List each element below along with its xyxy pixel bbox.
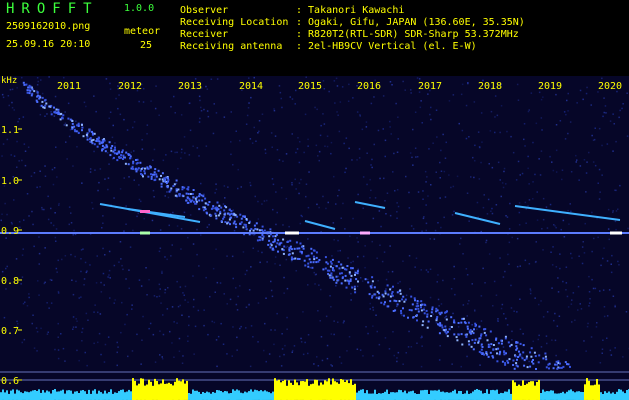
x-tick-2011: 2011	[57, 81, 81, 92]
info-value-observer: : Takanori Kawachi	[296, 5, 405, 16]
x-tick-2019: 2019	[538, 81, 562, 92]
app-title: HROFFT	[6, 1, 99, 17]
y-axis-unit: kHz	[1, 76, 17, 86]
x-tick-2015: 2015	[298, 81, 322, 92]
y-tick-1-1: 1.1	[1, 125, 19, 136]
info-value-location: : Ogaki, Gifu, JAPAN (136.60E, 35.35N)	[296, 17, 525, 28]
file-name: 2509162010.png	[6, 21, 91, 32]
x-tick-2014: 2014	[239, 81, 263, 92]
x-tick-2012: 2012	[118, 81, 142, 92]
y-tick-0-9: 0.9	[1, 226, 19, 237]
spectrogram: kHz 2011 2012 2013 2014 2015 2016 2017 2…	[0, 76, 629, 400]
info-value-receiver: : R820T2(RTL-SDR) SDR-Sharp 53.372MHz	[296, 29, 519, 40]
y-tick-0-6: 0.6	[1, 376, 19, 387]
x-tick-2013: 2013	[178, 81, 202, 92]
x-tick-2016: 2016	[357, 81, 381, 92]
app-version: 1.0.0	[124, 3, 155, 14]
info-key-antenna: Receiving antenna	[180, 41, 283, 52]
timestamp: 25.09.16 20:10	[6, 39, 91, 50]
info-key-location: Receiving Location	[180, 17, 289, 28]
y-tick-0-7: 0.7	[1, 326, 19, 337]
info-key-receiver: Receiver	[180, 29, 229, 40]
info-key-observer: Observer	[180, 5, 229, 16]
info-value-antenna: : 2el-HB9CV Vertical (el. E-W)	[296, 41, 477, 52]
spectrogram-background	[0, 76, 629, 400]
meteor-count: 25	[140, 40, 153, 51]
y-tick-0-8: 0.8	[1, 276, 19, 287]
x-tick-2017: 2017	[418, 81, 442, 92]
meteor-label: meteor	[124, 26, 161, 37]
x-tick-2018: 2018	[478, 81, 502, 92]
x-tick-2020: 2020	[598, 81, 622, 92]
header-panel: HROFFT 1.0.0 2509162010.png 25.09.16 20:…	[0, 0, 629, 76]
spectrogram-panel: kHz 2011 2012 2013 2014 2015 2016 2017 2…	[0, 76, 629, 400]
y-tick-1-0: 1.0	[1, 176, 19, 187]
